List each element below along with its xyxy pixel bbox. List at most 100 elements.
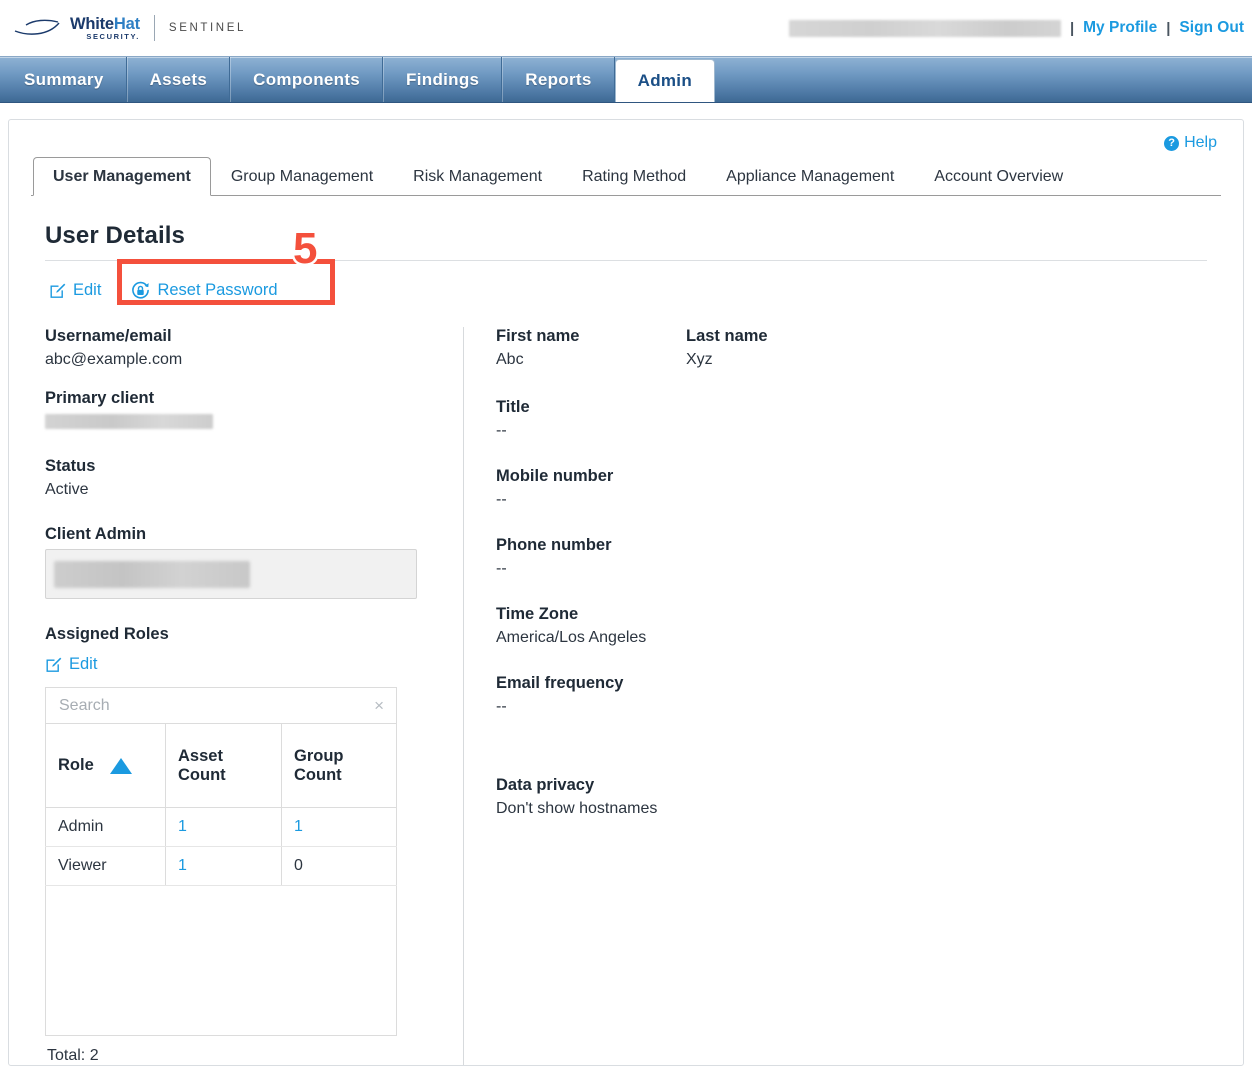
tab-user-management[interactable]: User Management [33, 157, 211, 196]
field-value: -- [496, 698, 507, 715]
column-header-group-count[interactable]: Group Count [281, 723, 397, 808]
edit-assigned-roles-link[interactable]: Edit [41, 652, 101, 677]
roles-total-label: Total: 2 [47, 1047, 99, 1064]
table-row: Admin 1 1 [45, 807, 397, 847]
field-last-name: Last name Xyz [686, 327, 768, 369]
top-bar: WhiteHat SECURITY. SENTINEL | My Profile… [0, 0, 1252, 56]
edit-pencil-icon [45, 656, 62, 673]
asset-count-link[interactable]: 1 [178, 857, 187, 874]
asset-count-link[interactable]: 1 [178, 818, 187, 835]
roles-search-row: × [45, 687, 397, 723]
my-profile-link[interactable]: My Profile [1083, 19, 1157, 37]
edit-pencil-icon [49, 282, 66, 299]
client-admin-redacted [54, 560, 250, 588]
brand-tagline: SECURITY. [86, 32, 140, 41]
cell-asset-count: 1 [165, 846, 282, 886]
field-value: Active [45, 481, 89, 498]
field-label: Email frequency [496, 674, 624, 692]
tab-appliance-management[interactable]: Appliance Management [706, 157, 914, 196]
cell-role: Admin [45, 807, 166, 847]
nav-tab-assets[interactable]: Assets [126, 57, 231, 102]
field-label: Phone number [496, 536, 612, 554]
assigned-roles-table: Role Asset Count Group Count Admin 1 1 V… [45, 723, 397, 886]
cell-group-count: 0 [281, 846, 397, 886]
field-label: Time Zone [496, 605, 579, 623]
reset-password-link[interactable]: Reset Password [127, 278, 281, 303]
column-header-role[interactable]: Role [45, 723, 166, 808]
client-admin-box [45, 549, 417, 599]
nav-tab-findings[interactable]: Findings [383, 57, 503, 102]
nav-tab-reports[interactable]: Reports [502, 57, 615, 102]
field-email-frequency: Email frequency -- [496, 674, 1221, 716]
admin-sub-tabs: User Management Group Management Risk Ma… [31, 156, 1221, 196]
sort-ascending-icon[interactable] [109, 757, 132, 774]
field-time-zone: Time Zone America/Los Angeles [496, 605, 1221, 647]
clear-search-icon[interactable]: × [374, 697, 384, 714]
field-client-admin: Client Admin [45, 525, 441, 599]
edit-user-link[interactable]: Edit [45, 278, 105, 303]
nav-tab-components[interactable]: Components [230, 57, 384, 102]
sign-out-link[interactable]: Sign Out [1179, 19, 1244, 37]
field-primary-client: Primary client [45, 389, 441, 431]
column-header-asset-count[interactable]: Asset Count [165, 723, 282, 808]
field-value: abc@example.com [45, 351, 183, 368]
field-label: First name [496, 327, 580, 345]
field-phone-number: Phone number -- [496, 536, 1221, 578]
brand-wordmark: WhiteHat SECURITY. [70, 14, 140, 41]
brand-divider [153, 15, 155, 41]
table-header-row: Role Asset Count Group Count [45, 723, 397, 808]
top-bar-right: | My Profile | Sign Out [788, 19, 1244, 37]
user-details-body: Username/email abc@example.com Primary c… [31, 327, 1221, 1065]
help-row: ? Help [31, 130, 1221, 154]
primary-client-redacted [45, 414, 213, 430]
reset-password-lock-icon [131, 281, 150, 300]
whitehat-logo[interactable]: WhiteHat SECURITY. SENTINEL [14, 15, 246, 41]
cell-role: Viewer [45, 846, 166, 886]
field-value [45, 413, 441, 431]
nav-tab-admin[interactable]: Admin [614, 59, 716, 102]
main-navigation: Summary Assets Components Findings Repor… [0, 56, 1252, 103]
user-detail-actions: Edit Reset Password 5 [45, 224, 1221, 307]
field-value: -- [496, 491, 507, 508]
brand-white-text: White [70, 14, 114, 33]
brand-product-name: SENTINEL [168, 22, 246, 34]
field-mobile-number: Mobile number -- [496, 467, 1221, 509]
field-label: Mobile number [496, 467, 614, 485]
separator-2: | [1166, 19, 1171, 37]
tab-risk-management[interactable]: Risk Management [393, 157, 562, 196]
field-label: Last name [686, 327, 768, 345]
field-username-email: Username/email abc@example.com [45, 327, 441, 369]
name-row: First name Abc Last name Xyz [496, 327, 1221, 369]
help-link[interactable]: ? Help [1164, 134, 1217, 152]
field-value: Abc [496, 351, 524, 368]
help-icon: ? [1164, 135, 1180, 151]
tab-account-overview[interactable]: Account Overview [914, 157, 1083, 196]
field-first-name: First name Abc [496, 327, 686, 369]
help-label: Help [1184, 134, 1217, 151]
group-count-link[interactable]: 1 [294, 818, 303, 835]
field-value: America/Los Angeles [496, 629, 647, 646]
table-row: Viewer 1 0 [45, 846, 397, 886]
admin-card: ? Help User Management Group Management … [8, 119, 1244, 1066]
field-data-privacy: Data privacy Don't show hostnames [496, 776, 1221, 818]
cell-group-count: 1 [281, 807, 397, 847]
user-details-left-column: Username/email abc@example.com Primary c… [31, 327, 441, 1065]
field-label: Client Admin [45, 525, 147, 543]
swoosh-icon [14, 19, 60, 35]
assigned-roles-title: Assigned Roles [45, 625, 169, 643]
column-header-role-label: Role [58, 756, 94, 774]
title-divider [45, 260, 1207, 261]
page-title: User Details [45, 222, 185, 249]
nav-tab-summary[interactable]: Summary [2, 57, 127, 102]
roles-search-input[interactable] [57, 695, 337, 716]
field-label: Status [45, 457, 96, 475]
field-label: Primary client [45, 389, 155, 407]
brand-hat-text: Hat [113, 14, 140, 33]
tab-group-management[interactable]: Group Management [211, 157, 393, 196]
account-name-redacted [788, 19, 1061, 37]
tab-rating-method[interactable]: Rating Method [562, 157, 706, 196]
edit-assigned-roles-label: Edit [69, 655, 98, 673]
field-value: Don't show hostnames [496, 800, 658, 817]
cell-asset-count: 1 [165, 807, 282, 847]
reset-password-label: Reset Password [157, 280, 278, 299]
